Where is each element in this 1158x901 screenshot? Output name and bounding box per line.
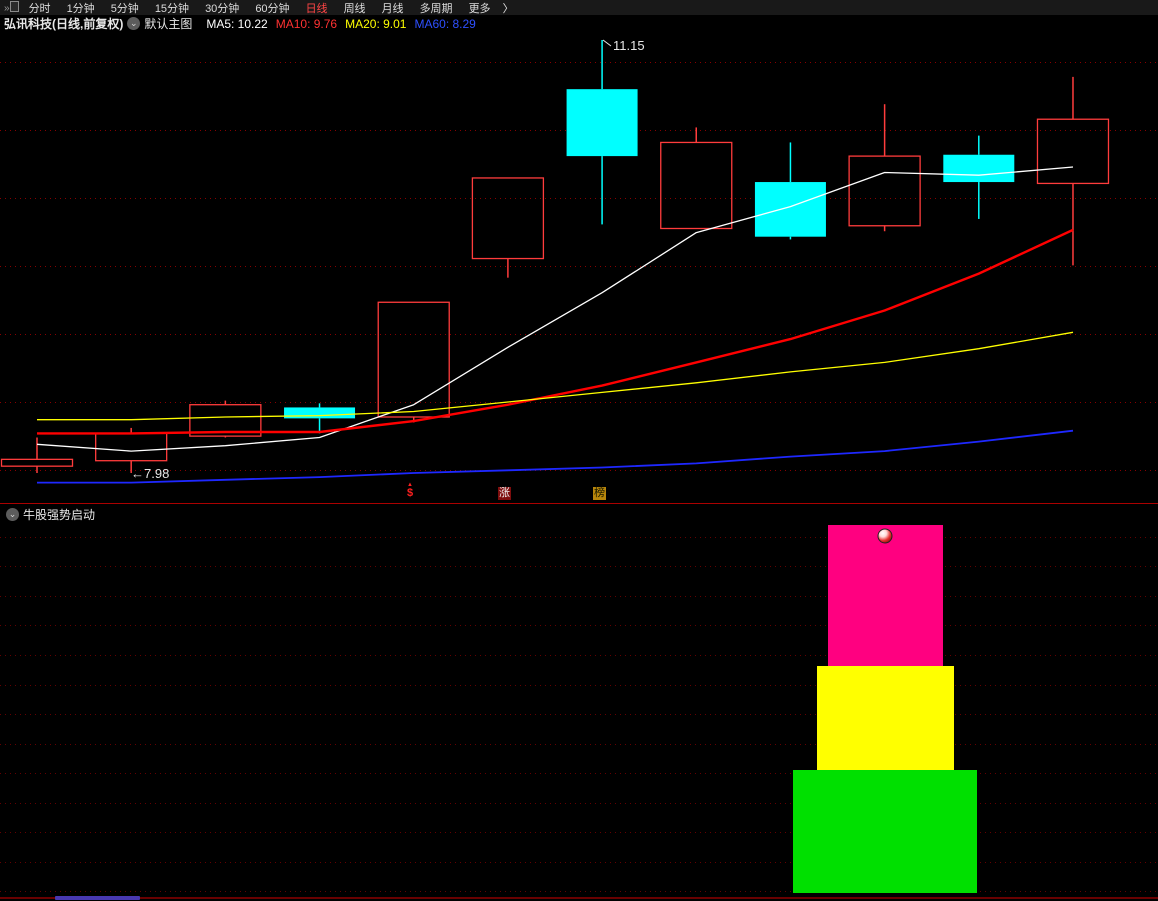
- ma60-line: [37, 429, 1074, 484]
- candle-body: [1036, 118, 1110, 185]
- collapse-sidebar-icon[interactable]: »: [0, 1, 21, 14]
- menu-more-chevron-icon[interactable]: 〉: [499, 0, 518, 16]
- ma5-line: [36, 166, 1074, 452]
- ma-legend-item-1: MA10: 9.76: [275, 16, 338, 31]
- candle: [660, 127, 733, 230]
- candle-body: [0, 458, 74, 467]
- sub-gridlines: [0, 537, 1158, 892]
- signal-ball-icon: [877, 528, 893, 544]
- low-price-label: ←7.98: [131, 466, 169, 481]
- candle-body: [660, 141, 733, 230]
- menu-item-6[interactable]: 日线: [298, 0, 336, 16]
- menu-item-4[interactable]: 30分钟: [197, 0, 247, 16]
- sub-panel-header: ⌄ 牛股强势启动: [0, 506, 95, 523]
- ma-legend-item-0: MA5: 10.22: [206, 16, 268, 31]
- money-flow-icon[interactable]: ▲ $: [403, 482, 417, 499]
- candlesticks: [0, 40, 1110, 473]
- menu-item-1[interactable]: 1分钟: [59, 0, 103, 16]
- indicator-block-0: [828, 525, 943, 667]
- menu-item-9[interactable]: 多周期: [412, 0, 461, 16]
- sub-panel-title[interactable]: 牛股强势启动: [23, 506, 95, 523]
- bottom-scrollbar[interactable]: [0, 896, 1158, 900]
- candle: [0, 437, 74, 473]
- ma-legend-item-3: MA60: 8.29: [414, 16, 476, 31]
- menu-item-3[interactable]: 15分钟: [147, 0, 197, 16]
- candle-body: [566, 89, 638, 157]
- chart-bottom-icons: ▲ $ 涨 榜: [0, 482, 1158, 502]
- chart-canvas[interactable]: 11.15 ←7.98: [0, 0, 1158, 901]
- candle: [1036, 76, 1110, 266]
- ma20-line: [37, 331, 1074, 421]
- chevron-down-circle-icon[interactable]: ⌄: [127, 17, 141, 30]
- indicator-blocks: [793, 525, 977, 893]
- main-overlay-label[interactable]: 默认主图: [144, 15, 192, 32]
- candle-body: [471, 177, 545, 260]
- menu-item-0[interactable]: 分时: [21, 0, 59, 16]
- high-annotation-leader: [602, 39, 612, 47]
- candle-body: [284, 407, 356, 419]
- indicator-block-1: [817, 666, 954, 770]
- period-menubar: » 分时 1分钟 5分钟 15分钟 30分钟 60分钟 日线 周线 月线 多周期 更多 〉: [0, 0, 1158, 15]
- candle: [943, 135, 1015, 219]
- candle-body: [95, 432, 168, 462]
- candle-body: [848, 155, 921, 227]
- candle-body: [377, 301, 450, 418]
- candle-body: [943, 154, 1015, 183]
- menu-item-2[interactable]: 5分钟: [103, 0, 147, 16]
- zhang-badge-icon[interactable]: 涨: [498, 487, 511, 500]
- stock-title: 弘讯科技(日线,前复权): [4, 17, 124, 31]
- bang-badge-icon[interactable]: 榜: [593, 487, 606, 500]
- ma-legend: MA5: 10.22 MA10: 9.76 MA20: 9.01 MA60: 8.29: [198, 17, 476, 31]
- menu-item-8[interactable]: 月线: [374, 0, 412, 16]
- chevron-down-circle-icon[interactable]: ⌄: [6, 508, 19, 521]
- ma-legend-item-2: MA20: 9.01: [345, 16, 407, 31]
- chart-header-row: 弘讯科技(日线,前复权) ⌄ 默认主图 MA5: 10.22 MA10: 9.76…: [0, 15, 1158, 32]
- ma-lines: [36, 166, 1074, 484]
- menu-item-10[interactable]: 更多: [461, 0, 499, 16]
- menu-item-5[interactable]: 60分钟: [247, 0, 297, 16]
- candle: [471, 177, 545, 278]
- scrollbar-thumb[interactable]: [55, 896, 140, 900]
- menu-item-7[interactable]: 周线: [336, 0, 374, 16]
- indicator-block-2: [793, 770, 977, 893]
- candle: [754, 142, 826, 240]
- high-price-label: 11.15: [613, 38, 645, 53]
- candle-body: [754, 182, 826, 237]
- candle: [566, 40, 638, 225]
- candle: [848, 104, 921, 232]
